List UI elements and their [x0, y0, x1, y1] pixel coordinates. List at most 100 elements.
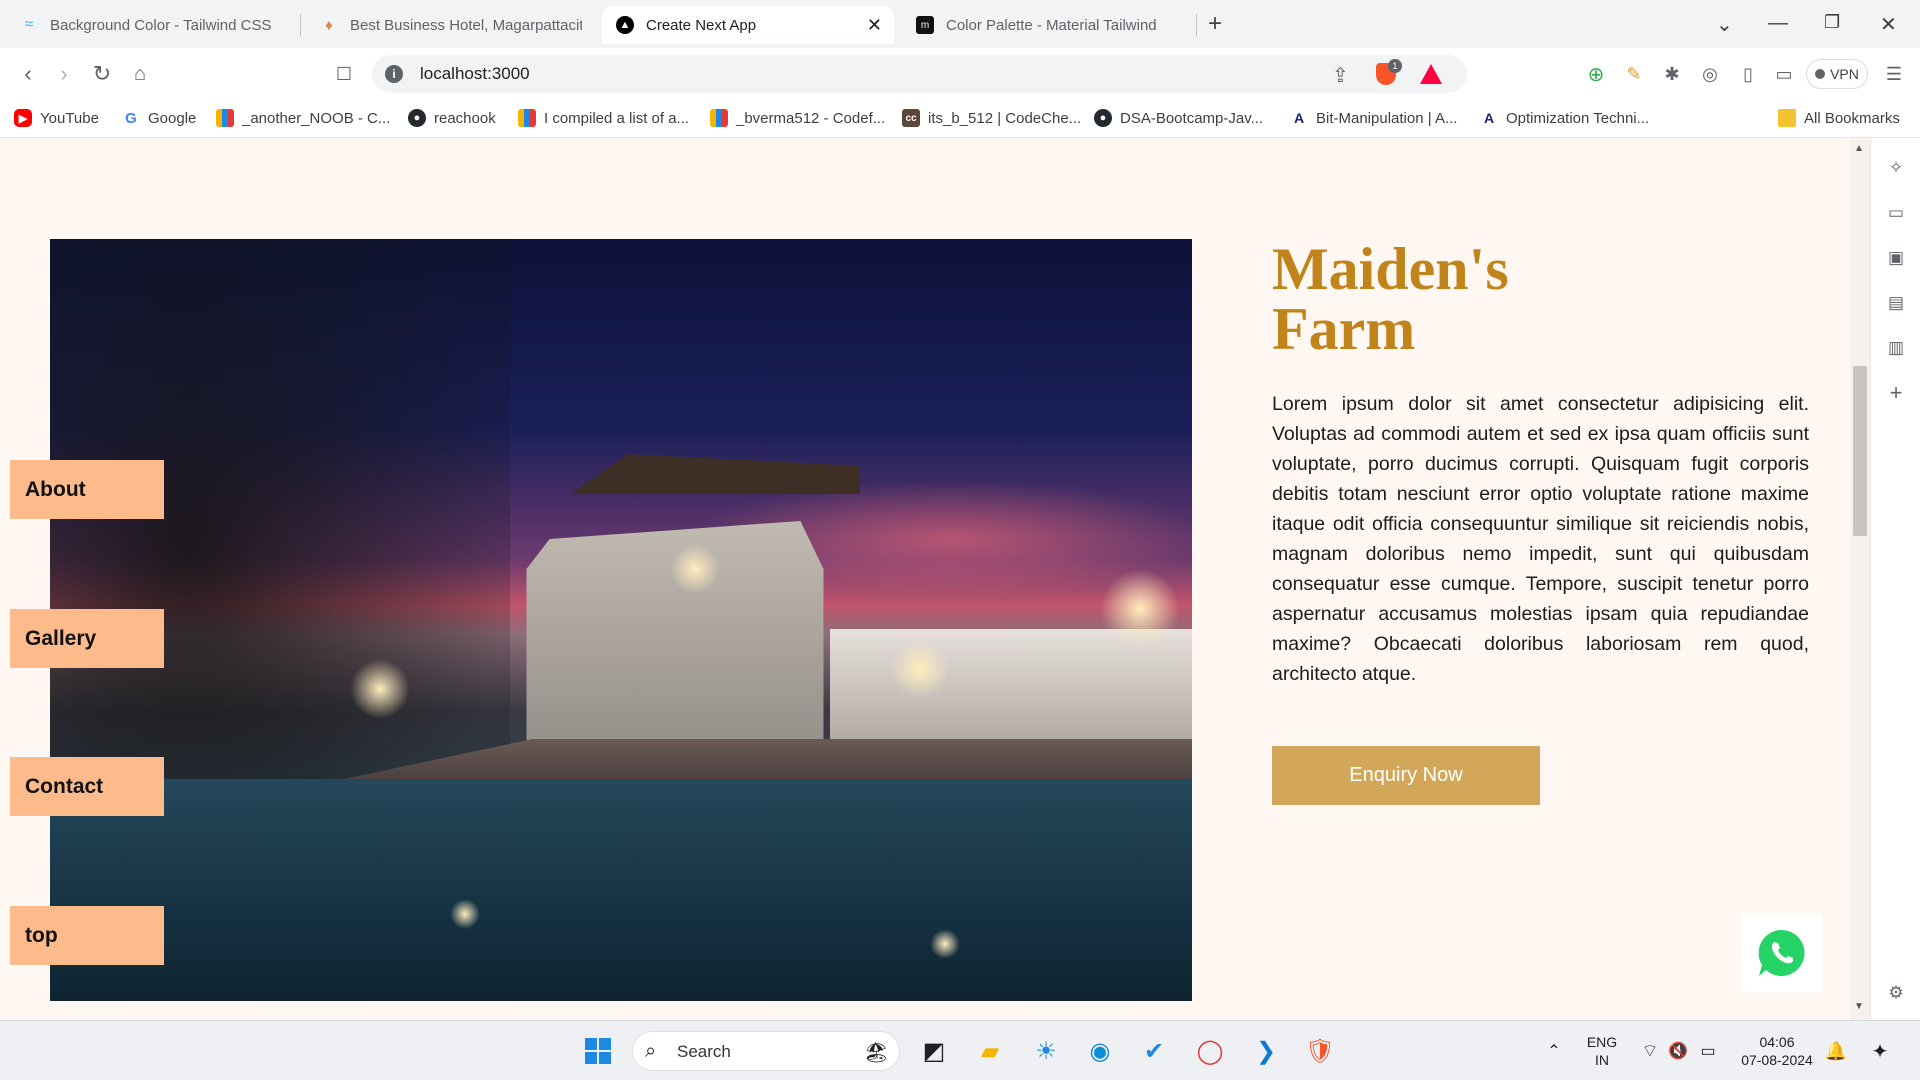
edge-browser-icon[interactable]: ◉ [1082, 1033, 1118, 1069]
opera-icon[interactable]: ◯ [1192, 1033, 1228, 1069]
task-view-icon[interactable]: ◩ [916, 1033, 952, 1069]
browser-window: ≈ Background Color - Tailwind CSS ♦ Best… [0, 0, 1920, 1020]
forward-icon[interactable]: › [50, 60, 78, 88]
tray-overflow-chevron-icon[interactable]: ⌃ [1536, 1033, 1572, 1069]
share-icon[interactable]: ⇪ [1332, 63, 1349, 88]
scroll-up-arrow-icon[interactable]: ▲ [1854, 143, 1864, 154]
language-indicator[interactable]: ENG IN [1584, 1033, 1620, 1069]
address-bar[interactable]: i localhost:3000 ⇪ 1 [372, 55, 1467, 93]
close-window-icon[interactable]: ✕ [1880, 12, 1897, 37]
atcoder-icon: A [1290, 109, 1308, 127]
home-icon[interactable]: ⌂ [126, 60, 154, 88]
weather-widget-icon[interactable]: ☀ [1028, 1033, 1064, 1069]
vpn-button[interactable]: VPN [1806, 59, 1868, 89]
leo-ai-icon[interactable]: ✧ [1885, 157, 1907, 179]
taskbar: ⌕ Search 🏖 ◩ ▰ ☀ ◉ ✔ ◯ ❯ 🛡 ⌃ ENG IN ⌔ 🔇 … [0, 1020, 1920, 1080]
url-text[interactable]: localhost:3000 [420, 64, 530, 84]
copilot-icon[interactable]: ✦ [1862, 1033, 1898, 1069]
github-icon: ● [1094, 109, 1112, 127]
tab-search-chevron-icon[interactable]: ⌄ [1716, 12, 1733, 37]
todo-icon[interactable]: ✔ [1136, 1033, 1172, 1069]
wallet-icon[interactable]: ▭ [1772, 62, 1796, 86]
scroll-down-arrow-icon[interactable]: ▼ [1854, 1001, 1864, 1012]
bookmark-compiled-list[interactable]: I compiled a list of a... [518, 109, 689, 127]
tab-business-hotel[interactable]: ♦ Best Business Hotel, Magarpattacity [306, 6, 596, 44]
tab-title: Create Next App [646, 16, 757, 34]
bar-chart-icon [216, 109, 234, 127]
bookmark-bit-manipulation[interactable]: A Bit-Manipulation | A... [1290, 109, 1457, 127]
back-icon[interactable]: ‹ [14, 60, 42, 88]
wallet-panel-icon[interactable]: ▣ [1885, 247, 1907, 269]
nav-gallery-button[interactable]: Gallery [10, 609, 164, 668]
notification-bell-icon[interactable]: 🔔 [1818, 1033, 1854, 1069]
nextjs-icon: ▲ [616, 16, 634, 34]
tab-separator [1196, 14, 1197, 36]
extensions-puzzle-icon[interactable]: ✱ [1660, 62, 1684, 86]
bar-chart-icon [710, 109, 728, 127]
page-title: Maiden's Farm [1272, 236, 1509, 362]
speedreader-icon[interactable]: ◎ [1698, 62, 1722, 86]
taskbar-search[interactable]: ⌕ Search 🏖 [632, 1031, 900, 1071]
lamp-light [1100, 569, 1180, 649]
bookmark-google[interactable]: G Google [122, 109, 196, 127]
scroll-thumb[interactable] [1853, 366, 1867, 536]
close-tab-icon[interactable]: ✕ [867, 15, 882, 36]
material-tailwind-icon: m [916, 16, 934, 34]
brave-taskbar-icon[interactable]: 🛡 [1302, 1033, 1338, 1069]
all-bookmarks[interactable]: All Bookmarks [1778, 109, 1900, 127]
bookmark-label: Optimization Techni... [1506, 109, 1650, 127]
description-text: Lorem ipsum dolor sit amet consectetur a… [1272, 393, 1809, 685]
sidebar-toggle-icon[interactable]: ▯ [1736, 62, 1760, 86]
codechef-icon: cc [902, 109, 920, 127]
battery-icon[interactable]: ▭ [1690, 1033, 1726, 1069]
google-icon: G [122, 109, 140, 127]
add-extension-icon[interactable]: ⊕ [1584, 62, 1608, 86]
vscode-icon[interactable]: ❯ [1248, 1033, 1284, 1069]
bookmark-icon[interactable]: ☐ [330, 60, 358, 88]
whatsapp-button[interactable] [1742, 913, 1822, 993]
bookmark-reachook[interactable]: ● reachook [408, 109, 496, 127]
menu-icon[interactable]: ☰ [1882, 62, 1906, 86]
lamp-light [350, 659, 410, 719]
bookmark-another-noob[interactable]: _another_NOOB - C... [216, 109, 390, 127]
tab-title: Best Business Hotel, Magarpattacity [350, 16, 582, 34]
enquiry-now-button[interactable]: Enquiry Now [1272, 746, 1540, 805]
color-picker-extension-icon[interactable]: ✎ [1622, 62, 1646, 86]
bookmark-label: _bverma512 - Codef... [736, 109, 886, 127]
hero-image [50, 239, 1192, 1001]
file-explorer-icon[interactable]: ▰ [972, 1033, 1008, 1069]
whatsapp-icon [1758, 929, 1805, 976]
settings-gear-icon[interactable]: ⚙ [1885, 982, 1907, 1004]
brave-rewards-icon[interactable] [1420, 64, 1442, 84]
bookmark-optimization[interactable]: A Optimization Techni... [1480, 109, 1649, 127]
new-tab-button[interactable]: + [1208, 10, 1222, 38]
villa-building [526, 521, 824, 779]
bookmark-bverma-codeforces[interactable]: _bverma512 - Codef... [710, 109, 885, 127]
bookmarks-panel-icon[interactable]: ▤ [1885, 292, 1907, 314]
villa-roof [570, 454, 860, 494]
nav-top-button[interactable]: top [10, 906, 164, 965]
bookmark-dsa-bootcamp[interactable]: ● DSA-Bootcamp-Jav... [1094, 109, 1263, 127]
clock[interactable]: 04:06 07-08-2024 [1734, 1033, 1820, 1069]
taskbar-search-label: Search [677, 1042, 731, 1061]
restore-icon[interactable]: ❐ [1824, 12, 1840, 33]
tab-title: Background Color - Tailwind CSS [50, 16, 272, 34]
minimize-icon[interactable]: — [1768, 12, 1788, 35]
github-icon: ● [408, 109, 426, 127]
reading-list-icon[interactable]: ▥ [1885, 337, 1907, 359]
nav-contact-button[interactable]: Contact [10, 757, 164, 816]
site-info-icon[interactable]: i [385, 65, 403, 83]
tab-tailwind-background[interactable]: ≈ Background Color - Tailwind CSS [6, 6, 296, 44]
page-scrollbar[interactable]: ▲ ▼ [1850, 139, 1870, 1020]
tab-create-next-app[interactable]: ▲ Create Next App ✕ [602, 6, 894, 44]
add-panel-icon[interactable]: + [1885, 380, 1907, 405]
reload-icon[interactable]: ↻ [88, 60, 116, 88]
bookmark-codechef[interactable]: cc its_b_512 | CodeChe... [902, 109, 1081, 127]
tab-material-tailwind[interactable]: m Color Palette - Material Tailwind [902, 6, 1192, 44]
bookmark-youtube[interactable]: ▶ YouTube [14, 109, 99, 127]
nav-about-button[interactable]: About [10, 460, 164, 519]
media-icon[interactable]: ▭ [1885, 202, 1907, 224]
windows-start-icon[interactable] [580, 1033, 616, 1069]
region-code: IN [1595, 1052, 1609, 1068]
vpn-label: VPN [1830, 66, 1859, 82]
